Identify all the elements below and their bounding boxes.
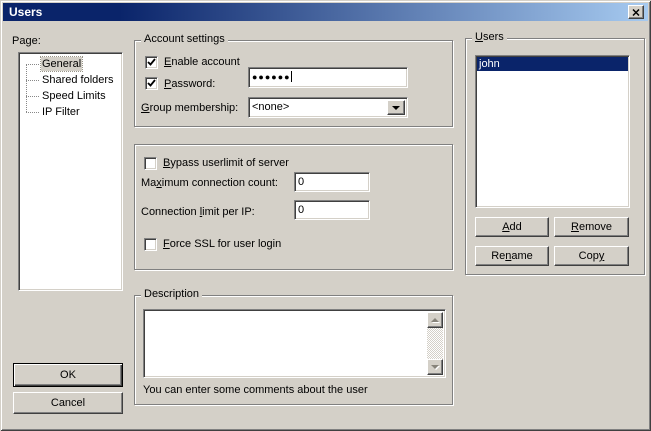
group-membership-value: <none> (252, 101, 289, 113)
tree-branch-icon (26, 64, 39, 65)
tree-item-general[interactable]: General (19, 56, 122, 72)
rename-user-button[interactable]: Rename (475, 246, 549, 266)
enable-account-label: Enable account (164, 56, 240, 69)
tree-branch-icon (26, 80, 39, 81)
users-group: Users john Add Remove Rename Copy (465, 38, 645, 275)
password-checkbox[interactable] (145, 77, 158, 90)
tree-item-shared-folders[interactable]: Shared folders (19, 72, 122, 88)
max-connection-value: 0 (298, 176, 304, 188)
page-tree: General Shared folders Speed Limits IP F… (18, 52, 123, 291)
check-icon (147, 79, 156, 88)
description-hint: You can enter some comments about the us… (143, 384, 368, 397)
tree-item-ip-filter[interactable]: IP Filter (19, 104, 122, 120)
scroll-up-button[interactable] (427, 312, 443, 328)
chevron-down-icon (392, 106, 400, 114)
connection-per-ip-label: Connection limit per IP: (141, 206, 255, 219)
password-label: Password: (164, 78, 215, 91)
close-icon (632, 9, 640, 16)
add-button-label: Add (502, 221, 522, 233)
account-settings-group-title: Account settings (141, 33, 228, 46)
remove-user-button[interactable]: Remove (554, 217, 629, 237)
text-caret (291, 71, 292, 82)
group-membership-select[interactable]: <none> (248, 97, 408, 118)
tree-item-speed-limits[interactable]: Speed Limits (19, 88, 122, 104)
description-group-title: Description (141, 288, 202, 301)
dropdown-button[interactable] (387, 100, 405, 115)
account-settings-group: Account settings Enable account Password… (134, 40, 453, 127)
scroll-down-button[interactable] (427, 359, 443, 375)
user-list-item[interactable]: john (477, 57, 628, 71)
vertical-scrollbar[interactable] (427, 312, 443, 375)
force-ssl-checkbox[interactable] (144, 238, 157, 251)
users-group-title: Users (472, 31, 507, 44)
password-value: ●●●●●● (252, 72, 291, 82)
page-label: Page: (12, 35, 41, 48)
copy-user-button[interactable]: Copy (554, 246, 629, 266)
add-user-button[interactable]: Add (475, 217, 549, 237)
tree-item-label: Shared folders (41, 73, 115, 87)
password-input[interactable]: ●●●●●● (248, 67, 408, 88)
users-listbox[interactable]: john (475, 55, 630, 208)
tree-item-label: IP Filter (41, 105, 81, 119)
connection-per-ip-input[interactable]: 0 (294, 200, 370, 220)
rename-button-label: Rename (491, 250, 533, 262)
bypass-userlimit-checkbox[interactable] (144, 157, 157, 170)
description-textarea[interactable] (143, 309, 446, 378)
cancel-button[interactable]: Cancel (13, 392, 123, 414)
window-title: Users (9, 5, 42, 19)
enable-account-checkbox[interactable] (145, 56, 158, 69)
titlebar[interactable]: Users (3, 3, 648, 21)
force-ssl-label: Force SSL for user login (163, 238, 281, 251)
tree-item-label: Speed Limits (41, 89, 107, 103)
group-membership-label: Group membership: (141, 102, 238, 115)
connection-per-ip-value: 0 (298, 204, 304, 216)
tree-item-label: General (41, 57, 82, 71)
description-group: Description You can enter some comments … (134, 295, 453, 405)
ok-button-label: OK (60, 369, 76, 381)
bypass-userlimit-label: Bypass userlimit of server (163, 157, 289, 170)
connection-limits-group: Bypass userlimit of server Maximum conne… (134, 144, 453, 270)
cancel-button-label: Cancel (51, 397, 85, 409)
ok-button[interactable]: OK (13, 363, 123, 387)
user-name: john (479, 58, 500, 70)
close-button[interactable] (628, 5, 644, 19)
max-connection-input[interactable]: 0 (294, 172, 370, 192)
tree-branch-icon (26, 96, 39, 97)
max-connection-label: Maximum connection count: (141, 177, 278, 190)
arrow-down-icon (431, 365, 439, 373)
copy-button-label: Copy (579, 250, 605, 262)
users-dialog: Users Page: General Shared folders Speed… (0, 0, 651, 431)
tree-branch-icon (26, 112, 39, 113)
check-icon (147, 58, 156, 67)
remove-button-label: Remove (571, 221, 612, 233)
arrow-up-icon (431, 314, 439, 322)
